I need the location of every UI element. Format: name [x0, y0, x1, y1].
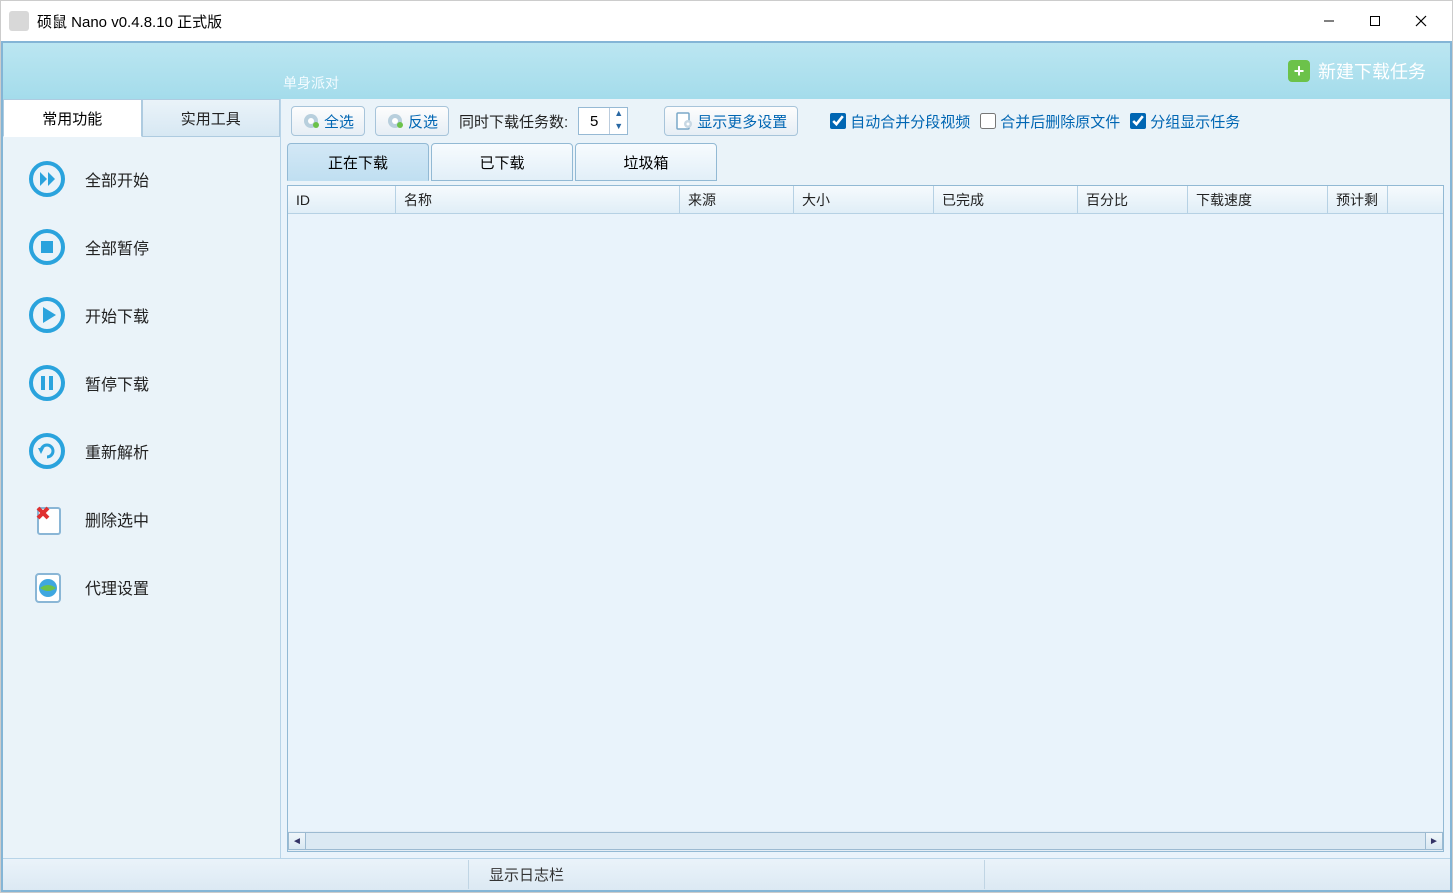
maximize-button[interactable]: [1352, 6, 1398, 36]
play-icon: [27, 295, 67, 335]
table-body: [288, 214, 1443, 831]
chk-auto-merge[interactable]: 自动合并分段视频: [830, 111, 970, 132]
sidebar-item-label: 暂停下载: [85, 371, 149, 395]
sidebar: 常用功能 实用工具 全部开始 全部暂停 开始下载: [3, 99, 281, 858]
task-table: ID名称来源大小已完成百分比下载速度预计剩 ◄ ►: [287, 185, 1444, 852]
chk-label: 合并后删除原文件: [1000, 111, 1120, 132]
concurrent-input[interactable]: [579, 113, 609, 130]
concurrent-label: 同时下载任务数:: [459, 111, 568, 132]
log-label: 显示日志栏: [489, 867, 564, 884]
main: 全选 反选 同时下载任务数: ▲ ▼: [281, 99, 1450, 858]
titlebar: 硕鼠 Nano v0.4.8.10 正式版: [1, 1, 1452, 41]
sidebar-item-label: 删除选中: [85, 507, 149, 531]
content-tabs: 正在下载 已下载 垃圾箱: [281, 143, 1450, 185]
checkbox-icon[interactable]: [1130, 113, 1146, 129]
sidebar-item-reparse[interactable]: 重新解析: [3, 417, 280, 485]
settings-page-icon: [675, 112, 693, 130]
statusbar: 显示日志栏: [3, 858, 1450, 890]
horizontal-scrollbar[interactable]: ◄ ►: [288, 831, 1443, 851]
sidebar-item-label: 全部开始: [85, 167, 149, 191]
tab-label: 已下载: [479, 152, 524, 173]
sidebar-tabs: 常用功能 实用工具: [3, 99, 280, 137]
toolbar: 全选 反选 同时下载任务数: ▲ ▼: [281, 99, 1450, 143]
app-window: 硕鼠 Nano v0.4.8.10 正式版 单身派对 + 新建下载任务 常用功能: [0, 0, 1453, 893]
tab-downloading[interactable]: 正在下载: [287, 143, 429, 181]
tab-label: 正在下载: [328, 152, 388, 173]
chk-label: 分组显示任务: [1150, 111, 1240, 132]
banner: 单身派对 + 新建下载任务: [3, 43, 1450, 99]
window-title: 硕鼠 Nano v0.4.8.10 正式版: [37, 11, 222, 32]
sidebar-item-label: 开始下载: [85, 303, 149, 327]
sidebar-item-proxy-settings[interactable]: 代理设置: [3, 553, 280, 621]
chk-delete-after-merge[interactable]: 合并后删除原文件: [980, 111, 1120, 132]
scroll-track[interactable]: [306, 832, 1425, 850]
tab-trash[interactable]: 垃圾箱: [575, 143, 717, 181]
close-button[interactable]: [1398, 6, 1444, 36]
stop-icon: [27, 227, 67, 267]
chk-group-display[interactable]: 分组显示任务: [1130, 111, 1240, 132]
sidebar-tab-label: 实用工具: [181, 108, 241, 129]
log-toggle[interactable]: 显示日志栏: [468, 860, 985, 889]
column-header[interactable]: 百分比: [1078, 186, 1188, 213]
body: 常用功能 实用工具 全部开始 全部暂停 开始下载: [3, 99, 1450, 858]
invert-select-button[interactable]: 反选: [375, 106, 449, 136]
column-header[interactable]: 来源: [680, 186, 794, 213]
gear-icon: [302, 112, 320, 130]
checkbox-icon[interactable]: [980, 113, 996, 129]
sidebar-item-pause-download[interactable]: 暂停下载: [3, 349, 280, 417]
sidebar-item-start-download[interactable]: 开始下载: [3, 281, 280, 349]
fast-forward-icon: [27, 159, 67, 199]
app-icon: [9, 11, 29, 31]
sidebar-item-label: 代理设置: [85, 575, 149, 599]
new-task-label: 新建下载任务: [1318, 58, 1426, 84]
spinner-up-icon[interactable]: ▲: [609, 108, 627, 121]
more-settings-label: 显示更多设置: [697, 111, 787, 132]
scroll-right-icon[interactable]: ►: [1425, 832, 1443, 850]
tab-label: 垃圾箱: [623, 152, 668, 173]
select-all-button[interactable]: 全选: [291, 106, 365, 136]
new-task-button[interactable]: + 新建下载任务: [1280, 54, 1434, 88]
column-header[interactable]: 已完成: [934, 186, 1078, 213]
globe-icon: [27, 567, 67, 607]
sidebar-tab-common[interactable]: 常用功能: [3, 99, 142, 137]
column-header[interactable]: 大小: [794, 186, 934, 213]
select-all-label: 全选: [324, 111, 354, 132]
tab-downloaded[interactable]: 已下载: [431, 143, 573, 181]
column-header[interactable]: ID: [288, 186, 396, 213]
column-header[interactable]: 预计剩: [1328, 186, 1388, 213]
banner-subtitle: 单身派对: [283, 73, 339, 93]
delete-icon: [27, 499, 67, 539]
content: 单身派对 + 新建下载任务 常用功能 实用工具 全部开始: [1, 41, 1452, 892]
column-header[interactable]: 下载速度: [1188, 186, 1328, 213]
sidebar-items: 全部开始 全部暂停 开始下载 暂停下载: [3, 137, 280, 858]
table-header: ID名称来源大小已完成百分比下载速度预计剩: [288, 186, 1443, 214]
gear-icon: [386, 112, 404, 130]
concurrent-spinner[interactable]: ▲ ▼: [578, 107, 628, 135]
pause-icon: [27, 363, 67, 403]
spinner-down-icon[interactable]: ▼: [609, 121, 627, 134]
more-settings-button[interactable]: 显示更多设置: [664, 106, 798, 136]
refresh-icon: [27, 431, 67, 471]
invert-select-label: 反选: [408, 111, 438, 132]
plus-icon: +: [1288, 60, 1310, 82]
sidebar-item-label: 重新解析: [85, 439, 149, 463]
sidebar-item-label: 全部暂停: [85, 235, 149, 259]
chk-label: 自动合并分段视频: [850, 111, 970, 132]
column-header[interactable]: 名称: [396, 186, 680, 213]
minimize-button[interactable]: [1306, 6, 1352, 36]
scroll-left-icon[interactable]: ◄: [288, 832, 306, 850]
sidebar-item-start-all[interactable]: 全部开始: [3, 145, 280, 213]
sidebar-item-pause-all[interactable]: 全部暂停: [3, 213, 280, 281]
sidebar-tab-label: 常用功能: [42, 108, 102, 129]
sidebar-tab-tools[interactable]: 实用工具: [142, 99, 281, 137]
sidebar-item-delete-selected[interactable]: 删除选中: [3, 485, 280, 553]
checkbox-icon[interactable]: [830, 113, 846, 129]
